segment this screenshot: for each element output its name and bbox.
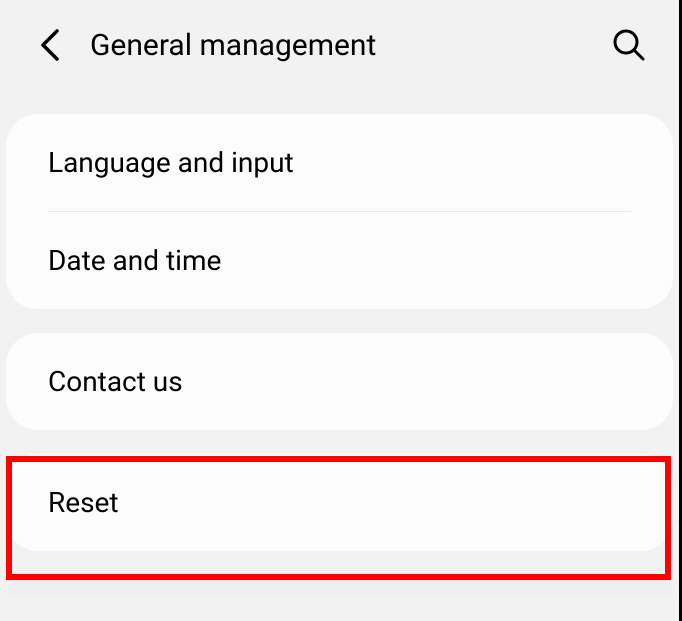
search-icon: [612, 28, 646, 62]
page-title: General management: [90, 28, 609, 63]
item-label: Date and time: [48, 244, 221, 277]
back-button[interactable]: [30, 25, 70, 65]
settings-item-language-input[interactable]: Language and input: [6, 114, 673, 211]
settings-group: Language and input Date and time: [6, 114, 673, 309]
item-label: Reset: [48, 486, 119, 519]
settings-group: Contact us: [6, 333, 673, 430]
chevron-left-icon: [39, 28, 61, 62]
settings-item-reset[interactable]: Reset: [6, 454, 673, 551]
content: Language and input Date and time Contact…: [0, 114, 679, 595]
settings-item-date-time[interactable]: Date and time: [6, 212, 673, 309]
settings-group: Reset: [6, 454, 673, 551]
item-label: Contact us: [48, 365, 183, 398]
item-label: Language and input: [48, 146, 294, 179]
settings-item-contact-us[interactable]: Contact us: [6, 333, 673, 430]
header: General management: [0, 0, 679, 90]
settings-group-partial: [6, 575, 673, 595]
search-button[interactable]: [609, 25, 649, 65]
